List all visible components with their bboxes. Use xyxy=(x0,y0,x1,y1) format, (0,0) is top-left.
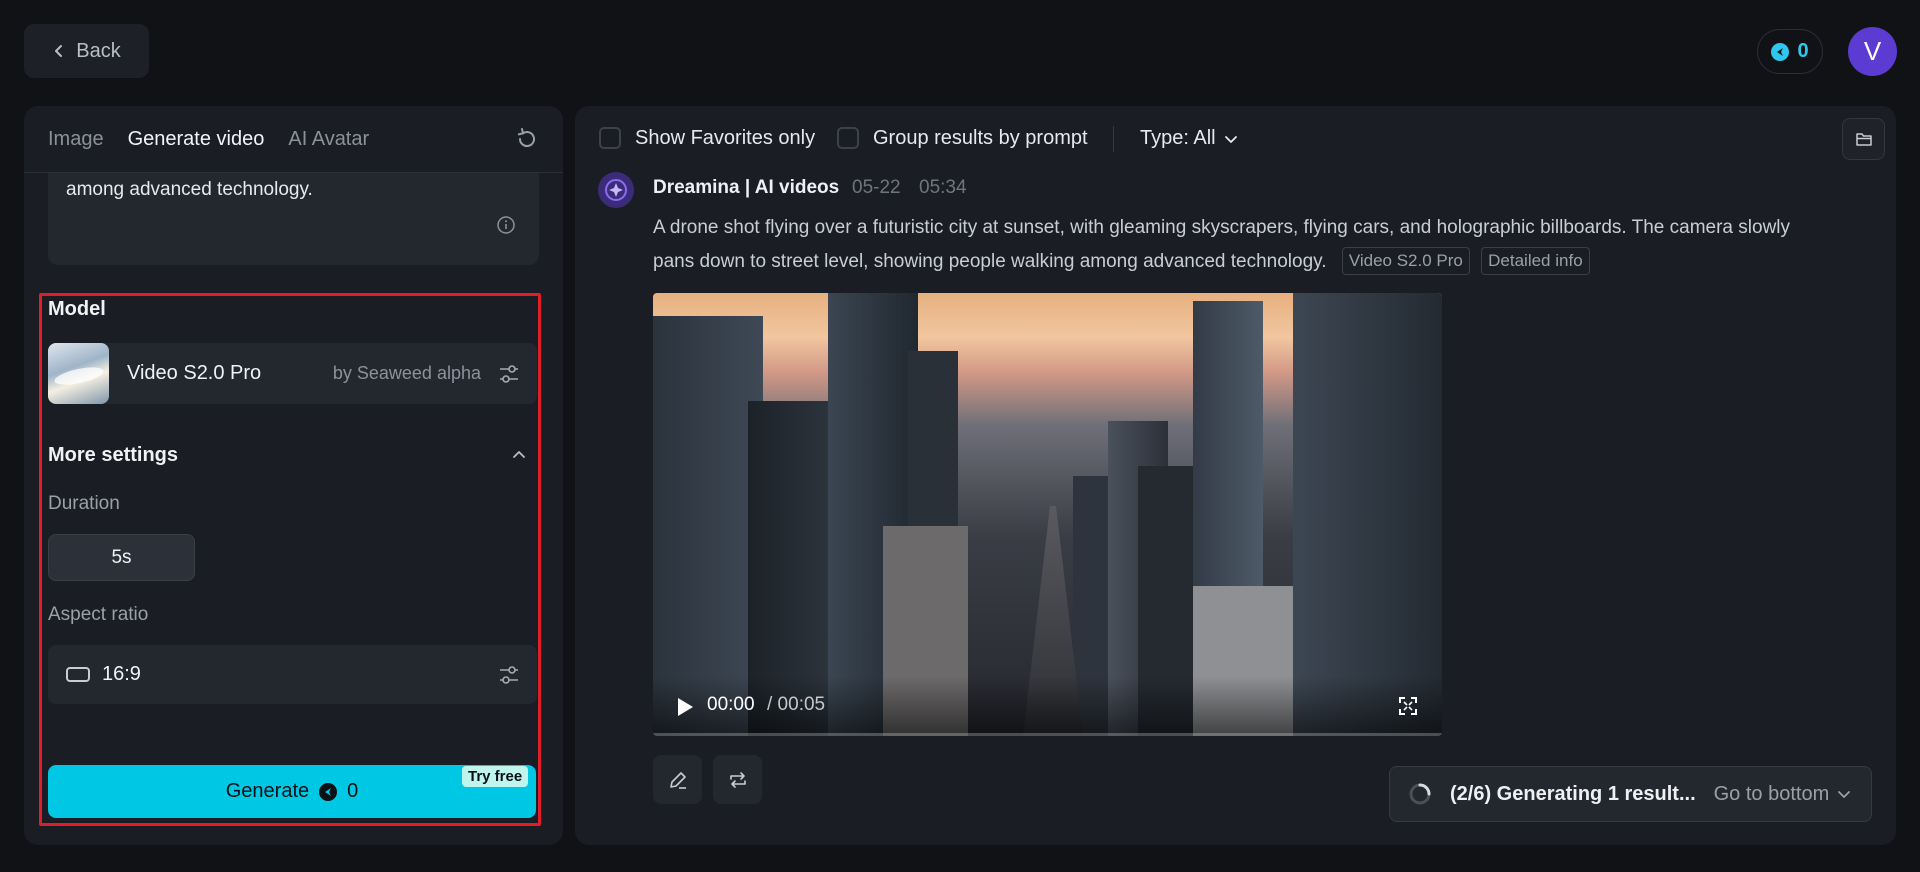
prompt-text: among advanced technology. xyxy=(66,179,313,200)
tab-ai-avatar[interactable]: AI Avatar xyxy=(288,106,369,172)
pencil-icon xyxy=(669,771,686,789)
repeat-icon xyxy=(729,771,746,788)
generation-status-text: (2/6) Generating 1 result... xyxy=(1450,782,1696,805)
aspect-ratio-selector[interactable]: 16:9 xyxy=(48,645,537,704)
favorites-label: Show Favorites only xyxy=(635,127,816,149)
result-time: 05:34 xyxy=(919,177,967,198)
type-filter-dropdown[interactable]: Type: All xyxy=(1140,127,1238,150)
credit-coin-icon xyxy=(1771,42,1790,61)
result-author: Dreamina | AI videos xyxy=(653,177,840,198)
play-icon[interactable] xyxy=(675,696,695,718)
folder-button[interactable] xyxy=(1842,118,1885,160)
favorites-checkbox[interactable] xyxy=(599,127,621,149)
chevron-down-icon xyxy=(1838,791,1851,798)
credits-badge[interactable]: 0 xyxy=(1757,29,1823,74)
video-controls: 00:00 / 00:05 xyxy=(653,676,1442,736)
chevron-down-icon xyxy=(1224,135,1237,143)
credit-coin-icon xyxy=(319,782,338,801)
detailed-info-tag[interactable]: Detailed info xyxy=(1481,247,1590,275)
generation-status-bar: (2/6) Generating 1 result... Go to botto… xyxy=(1389,766,1872,822)
spinner-icon xyxy=(1409,783,1431,805)
chevron-left-icon xyxy=(55,45,63,57)
sliders-icon[interactable] xyxy=(497,362,521,386)
generate-label: Generate xyxy=(225,780,310,802)
chevron-up-icon[interactable] xyxy=(510,446,528,464)
go-to-bottom-label: Go to bottom xyxy=(1713,782,1830,805)
try-free-badge: Try free xyxy=(462,766,529,787)
back-label: Back xyxy=(76,39,121,62)
duration-label: Duration xyxy=(48,493,120,514)
sliders-icon[interactable] xyxy=(497,663,521,687)
result-prompt: A drone shot flying over a futuristic ci… xyxy=(653,211,1823,279)
video-total-time: / 00:05 xyxy=(767,694,826,715)
more-settings-title[interactable]: More settings xyxy=(48,444,178,467)
sparkle-icon xyxy=(605,179,627,201)
aspect-ratio-icon xyxy=(66,667,90,682)
model-selector[interactable]: Video S2.0 Pro by Seaweed alpha xyxy=(48,343,537,404)
model-name: Video S2.0 Pro xyxy=(127,362,262,384)
user-avatar[interactable]: V xyxy=(1848,27,1897,76)
model-tag[interactable]: Video S2.0 Pro xyxy=(1341,247,1470,275)
back-button[interactable]: Back xyxy=(24,24,149,78)
group-by-prompt-checkbox[interactable] xyxy=(837,127,859,149)
video-current-time: 00:00 xyxy=(707,694,755,715)
go-to-bottom-button[interactable]: Go to bottom xyxy=(1714,783,1852,806)
reset-icon[interactable] xyxy=(515,127,539,151)
video-player[interactable]: 00:00 / 00:05 xyxy=(653,293,1442,736)
tab-image[interactable]: Image xyxy=(48,106,104,172)
result-date: 05-22 xyxy=(852,177,901,198)
tab-generate-video[interactable]: Generate video xyxy=(127,106,264,175)
model-provider: by Seaweed alpha xyxy=(332,363,481,383)
folder-icon xyxy=(1855,133,1872,146)
duration-option-5s[interactable]: 5s xyxy=(48,534,195,581)
model-section-title: Model xyxy=(48,298,106,320)
video-progress-bar[interactable] xyxy=(653,733,1442,736)
prompt-input[interactable]: among advanced technology. xyxy=(48,173,539,265)
type-filter-label: Type: All xyxy=(1140,127,1216,149)
fullscreen-icon[interactable] xyxy=(1398,696,1418,716)
aspect-ratio-label: Aspect ratio xyxy=(48,604,149,625)
model-thumbnail xyxy=(48,343,109,404)
aspect-ratio-value: 16:9 xyxy=(102,663,141,685)
result-prompt-text: A drone shot flying over a futuristic ci… xyxy=(653,217,1791,272)
regenerate-button[interactable] xyxy=(713,755,762,804)
credits-count: 0 xyxy=(1797,40,1809,62)
mode-tabs: Image Generate video AI Avatar xyxy=(48,106,369,175)
group-by-prompt-label: Group results by prompt xyxy=(873,127,1088,149)
info-icon[interactable] xyxy=(496,215,516,235)
dreamina-avatar xyxy=(598,172,634,208)
edit-button[interactable] xyxy=(653,755,702,804)
generate-cost: 0 xyxy=(347,780,359,802)
filter-divider xyxy=(1113,126,1114,152)
